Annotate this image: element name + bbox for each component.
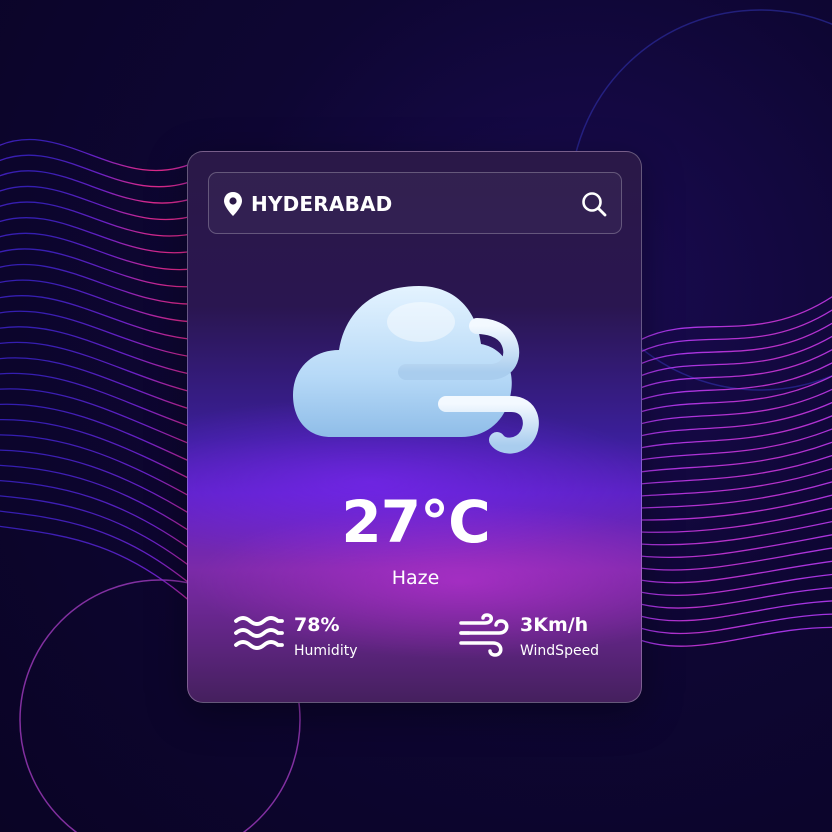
humidity-label: Humidity <box>294 643 358 659</box>
city-search-input[interactable] <box>251 189 551 219</box>
wave-line <box>639 600 832 622</box>
wind-speed-label: WindSpeed <box>520 643 600 659</box>
wave-line <box>0 217 201 254</box>
search-bar <box>208 172 622 234</box>
humidity-stat: 78% Humidity <box>233 607 413 667</box>
wave-line <box>639 587 832 609</box>
wave-line <box>639 309 832 353</box>
wave-line <box>639 468 832 497</box>
wind-stat: 3Km/h WindSpeed <box>459 607 639 667</box>
wave-line <box>0 341 201 395</box>
wave-line <box>0 248 201 288</box>
wind-speed-value: 3Km/h <box>520 614 589 636</box>
humidity-value: 78% <box>294 614 340 636</box>
wave-line <box>639 481 832 509</box>
wave-line <box>639 295 832 341</box>
wave-line <box>639 401 832 437</box>
wave-line <box>639 388 832 425</box>
wave-line <box>0 525 201 611</box>
wave-line <box>639 322 832 365</box>
wave-line <box>639 547 832 571</box>
search-icon[interactable] <box>579 189 609 219</box>
wave-line <box>639 415 832 449</box>
wave-line <box>0 326 201 377</box>
weather-app-screen: 27°C Haze 78% Humidity 3Km/h WindSpeed <box>0 0 832 832</box>
weather-condition: Haze <box>391 567 440 589</box>
wave-line <box>639 560 832 584</box>
wave-line <box>0 480 201 557</box>
wave-line <box>0 495 201 575</box>
waves-icon <box>234 616 284 650</box>
wave-line <box>639 626 832 647</box>
wave-line <box>0 310 201 359</box>
temperature: 27°C <box>341 488 490 556</box>
cloud-wind-icon <box>293 286 539 454</box>
weather-card: 27°C Haze 78% Humidity 3Km/h WindSpeed <box>187 151 642 703</box>
wave-line <box>639 613 832 635</box>
wave-lines-left <box>0 138 201 611</box>
wind-icon <box>459 613 509 657</box>
wave-lines-right <box>639 295 832 647</box>
map-pin-icon <box>224 192 242 216</box>
wave-line <box>639 428 832 461</box>
wave-line <box>639 375 832 413</box>
